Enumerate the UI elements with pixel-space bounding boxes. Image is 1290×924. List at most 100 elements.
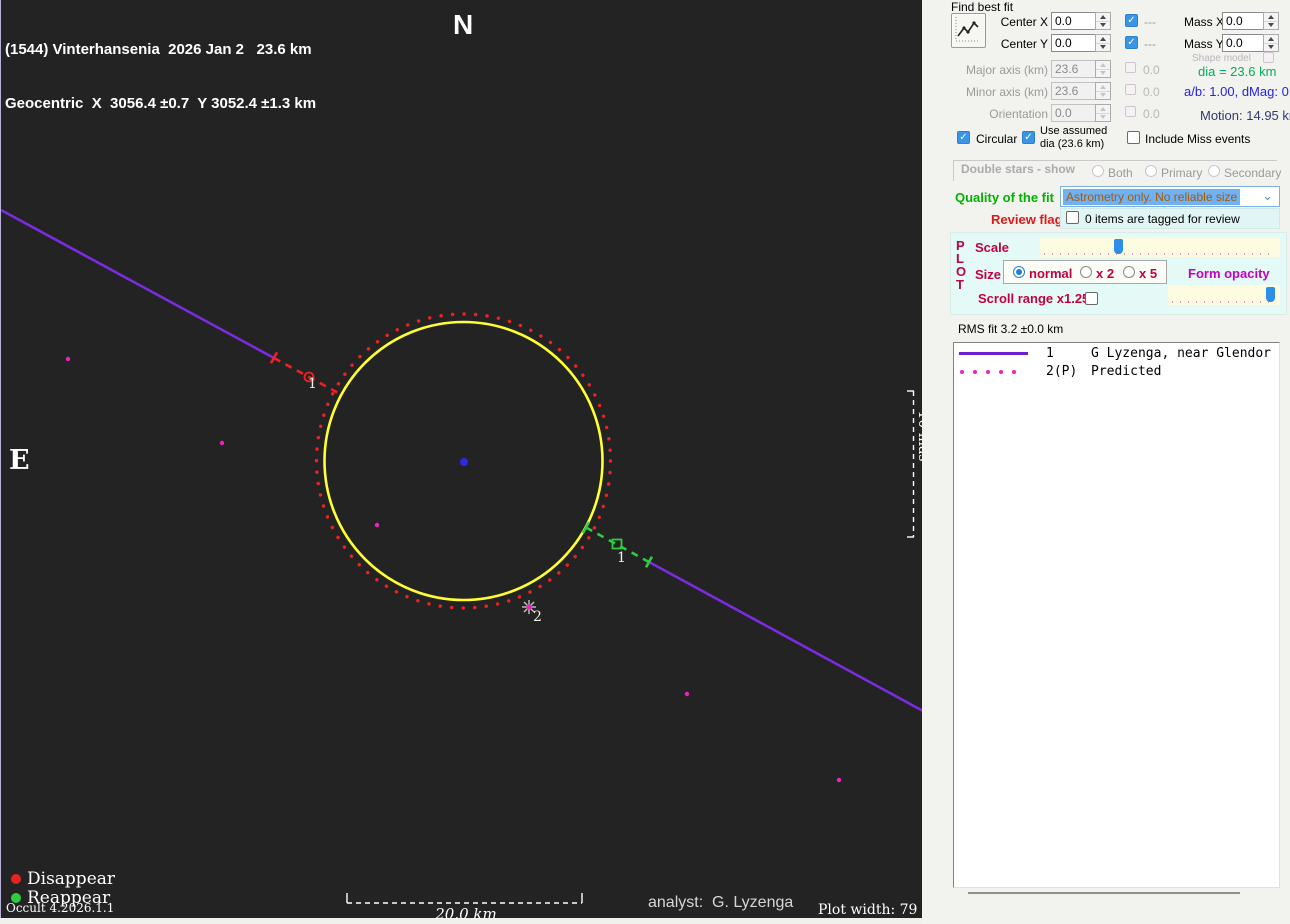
fit-control-panel: Find best fit Center X 0.0 ✓ --- Mass X … bbox=[922, 0, 1290, 924]
include-miss-label: Include Miss events bbox=[1145, 132, 1251, 146]
circular-checkbox[interactable]: ✓ bbox=[957, 131, 970, 144]
rms-fit-text: RMS fit 3.2 ±0.0 km bbox=[958, 322, 1064, 336]
ab-dmag-text: a/b: 1.00, dMag: 0.00 bbox=[1184, 84, 1290, 99]
quality-of-fit-dropdown[interactable]: Astrometry only. No reliable size ⌄ bbox=[1060, 186, 1280, 207]
center-x-label: Center X bbox=[1000, 15, 1048, 29]
scale-slider-thumb[interactable] bbox=[1114, 239, 1123, 254]
occultation-plot-canvas: (1544) Vinterhansenia 2026 Jan 2 23.6 km… bbox=[0, 0, 944, 923]
scroll-range-label: Scroll range x1.25 bbox=[978, 291, 1090, 306]
orientation-checkbox[interactable] bbox=[1125, 106, 1136, 117]
size-x5-label: x 5 bbox=[1139, 266, 1158, 281]
plot-title-line2: Geocentric X 3056.4 ±0.7 Y 3052.4 ±1.3 k… bbox=[5, 95, 317, 112]
use-assumed-dia-checkbox[interactable]: ✓ bbox=[1022, 131, 1035, 144]
orientation-label: Orientation bbox=[989, 107, 1048, 121]
mass-x-input[interactable]: 0.0 bbox=[1222, 12, 1264, 30]
predicted-dot-swatch bbox=[960, 370, 964, 374]
include-miss-checkbox[interactable] bbox=[1127, 131, 1140, 144]
double-stars-groupbox-border-left bbox=[953, 160, 954, 181]
predicted-dot-swatch bbox=[1012, 370, 1016, 374]
list-horizontal-scrollbar[interactable] bbox=[968, 892, 1240, 894]
center-x-dash: --- bbox=[1144, 15, 1156, 29]
east-label: E bbox=[9, 445, 30, 476]
find-best-fit-label: Find best fit bbox=[951, 0, 1014, 14]
mas-scale-bar bbox=[907, 390, 915, 538]
center-x-input[interactable]: 0.0 bbox=[1051, 12, 1096, 30]
major-axis-label: Major axis (km) bbox=[965, 63, 1048, 77]
predicted-path-dots bbox=[65, 356, 842, 783]
major-axis-spinner[interactable] bbox=[1095, 60, 1111, 78]
double-both-label: Both bbox=[1108, 166, 1133, 180]
plot-letter-t: T bbox=[956, 277, 964, 292]
quality-of-fit-label: Quality of the fit bbox=[955, 190, 1054, 205]
scroll-range-checkbox[interactable] bbox=[1085, 292, 1098, 305]
shape-model-checkbox[interactable] bbox=[1263, 52, 1274, 63]
center-y-spinner[interactable] bbox=[1095, 34, 1111, 52]
center-dot bbox=[460, 458, 468, 466]
predicted-star-number: 2 bbox=[533, 609, 542, 625]
scale-slider[interactable] bbox=[1040, 238, 1280, 257]
observer-name: G Lyzenga, near Glendor bbox=[1091, 346, 1272, 361]
observer-row-1[interactable]: 1 G Lyzenga, near Glendor bbox=[954, 346, 1279, 361]
use-assumed-line1: Use assumed bbox=[1040, 125, 1108, 137]
minor-axis-spinner[interactable] bbox=[1095, 82, 1111, 100]
center-y-dash: --- bbox=[1144, 37, 1156, 51]
observer-row-2[interactable]: 2(P) Predicted bbox=[954, 364, 1279, 379]
chord1-disappear-number: 1 bbox=[308, 376, 317, 392]
disappear-dot-icon bbox=[11, 874, 21, 884]
shape-model-label: Shape model bbox=[1192, 53, 1251, 64]
orientation-spinner[interactable] bbox=[1095, 104, 1111, 122]
mass-x-spinner[interactable] bbox=[1263, 12, 1279, 30]
double-primary-label: Primary bbox=[1161, 166, 1203, 180]
size-x5-radio[interactable] bbox=[1123, 266, 1135, 278]
dia-text: dia = 23.6 km bbox=[1198, 64, 1277, 79]
legend-reappear-label: Reappear bbox=[27, 888, 111, 908]
north-label: N bbox=[453, 9, 474, 40]
major-axis-input[interactable]: 23.6 bbox=[1051, 60, 1096, 78]
legend-disappear: Disappear bbox=[11, 869, 115, 889]
motion-text: Motion: 14.95 km/s bbox=[1200, 108, 1290, 123]
plot-title-line1: (1544) Vinterhansenia 2026 Jan 2 23.6 km bbox=[5, 41, 312, 58]
review-flags-checkbox[interactable] bbox=[1066, 211, 1079, 224]
size-x2-radio[interactable] bbox=[1080, 266, 1092, 278]
minor-axis-input[interactable]: 23.6 bbox=[1051, 82, 1096, 100]
quality-of-fit-value: Astrometry only. No reliable size bbox=[1063, 188, 1241, 205]
orientation-err: 0.0 bbox=[1143, 107, 1160, 121]
predicted-dot-swatch bbox=[973, 370, 977, 374]
analyst-label: analyst: G. Lyzenga bbox=[648, 894, 794, 911]
chevron-down-icon[interactable]: ⌄ bbox=[1262, 188, 1273, 204]
occult-app-window: (1544) Vinterhansenia 2026 Jan 2 23.6 km… bbox=[0, 0, 1290, 924]
center-x-checkbox[interactable]: ✓ bbox=[1125, 14, 1138, 27]
chord1-reappear-number: 1 bbox=[617, 550, 626, 566]
chord-line-swatch bbox=[959, 352, 1028, 355]
form-opacity-slider[interactable] bbox=[1168, 285, 1280, 305]
review-flags-label: Review flags bbox=[991, 212, 1070, 227]
size-normal-radio[interactable] bbox=[1013, 266, 1025, 278]
double-secondary-radio[interactable] bbox=[1208, 165, 1220, 177]
minor-axis-checkbox[interactable] bbox=[1125, 84, 1136, 95]
mass-y-input[interactable]: 0.0 bbox=[1222, 34, 1264, 52]
major-axis-checkbox[interactable] bbox=[1125, 62, 1136, 73]
minor-axis-err: 0.0 bbox=[1143, 85, 1160, 99]
review-flags-text: 0 items are tagged for review bbox=[1085, 212, 1240, 226]
double-both-radio[interactable] bbox=[1092, 165, 1104, 177]
double-primary-radio[interactable] bbox=[1145, 165, 1157, 177]
double-stars-groupbox-border bbox=[953, 160, 1277, 161]
size-label: Size bbox=[975, 267, 1002, 282]
km-scale-bar bbox=[346, 893, 583, 904]
predicted-dot-swatch bbox=[986, 370, 990, 374]
major-axis-err: 0.0 bbox=[1143, 63, 1160, 77]
circular-label: Circular bbox=[976, 132, 1018, 146]
center-y-checkbox[interactable]: ✓ bbox=[1125, 36, 1138, 49]
use-assumed-line2: dia (23.6 km) bbox=[1040, 138, 1105, 150]
center-x-spinner[interactable] bbox=[1095, 12, 1111, 30]
form-opacity-slider-thumb[interactable] bbox=[1266, 287, 1275, 302]
plot-title: (1544) Vinterhansenia 2026 Jan 2 23.6 km… bbox=[5, 5, 316, 149]
observer-number: 1 bbox=[1046, 346, 1054, 361]
center-y-input[interactable]: 0.0 bbox=[1051, 34, 1096, 52]
orientation-input[interactable]: 0.0 bbox=[1051, 104, 1096, 122]
observer-list[interactable]: 1 G Lyzenga, near Glendor 2(P) Predicted bbox=[953, 342, 1280, 888]
minor-axis-label: Minor axis (km) bbox=[965, 85, 1048, 99]
size-normal-label: normal bbox=[1029, 266, 1073, 281]
predicted-dot-swatch bbox=[999, 370, 1003, 374]
mass-y-spinner[interactable] bbox=[1263, 34, 1279, 52]
